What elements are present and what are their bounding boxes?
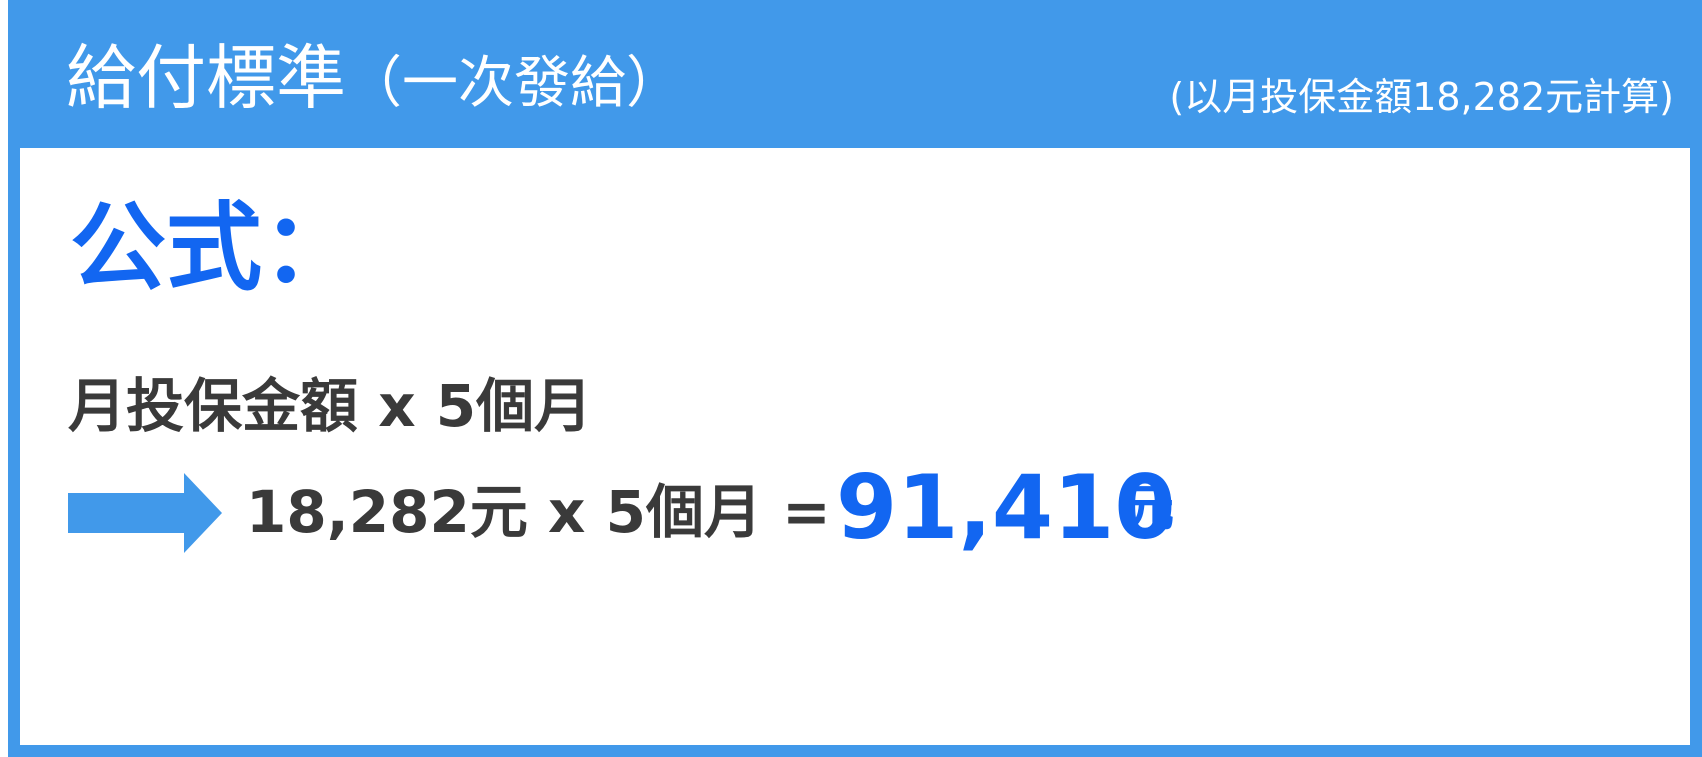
benefit-card: 給付標準（一次發給） (以月投保金額18,282元計算) 公式： 月投保金額 x… <box>0 0 1702 757</box>
card-border-bottom <box>8 745 1702 757</box>
title-sub: （一次發給） <box>346 51 682 116</box>
result-unit: 元 <box>1124 479 1174 537</box>
page-title: 給付標準（一次發給） <box>66 36 682 126</box>
formula-calculation: 18,282元 x 5個月 = <box>246 478 831 546</box>
formula-label: 公式： <box>70 192 358 304</box>
calculation-note: (以月投保金額18,282元計算) <box>1169 75 1674 119</box>
title-main: 給付標準 <box>66 37 346 119</box>
card-border-left <box>8 148 20 757</box>
right-arrow-icon <box>68 473 222 553</box>
card-border-right <box>1690 148 1702 757</box>
formula-expression: 月投保金額 x 5個月 <box>68 372 593 440</box>
